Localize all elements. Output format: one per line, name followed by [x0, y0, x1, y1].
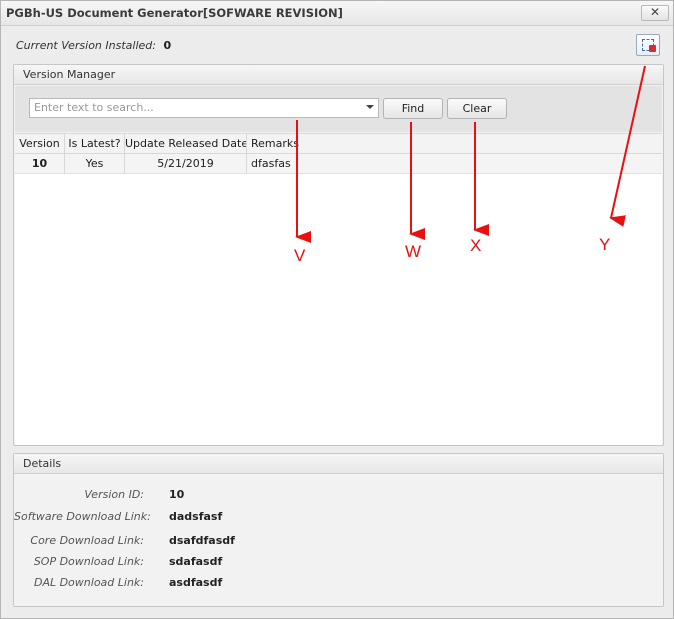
cell-remarks: dfasfas: [251, 157, 291, 170]
current-version-value: 0: [163, 39, 172, 52]
annotation-label-w: W: [405, 242, 422, 261]
version-id-value: 10: [169, 488, 185, 501]
dal-link-value[interactable]: asdfasdf: [169, 576, 222, 589]
column-header-version[interactable]: Version: [15, 134, 65, 154]
title-bar: PGBh-US Document Generator[SOFWARE REVIS…: [1, 1, 673, 26]
details-header: Details: [14, 454, 663, 474]
cell-is-latest: Yes: [65, 154, 125, 174]
cell-version: 10: [15, 154, 65, 174]
search-input[interactable]: Enter text to search...: [29, 98, 379, 118]
cell-date: 5/21/2019: [125, 154, 247, 174]
layout-customize-button[interactable]: [636, 34, 660, 56]
search-placeholder: Enter text to search...: [34, 101, 154, 114]
annotation-label-y: Y: [599, 235, 611, 254]
chevron-down-icon[interactable]: [366, 105, 374, 109]
close-button[interactable]: ✕: [641, 5, 669, 21]
window-title: PGBh-US Document Generator[SOFWARE REVIS…: [6, 6, 343, 20]
column-header-remarks[interactable]: Remarks: [247, 134, 327, 154]
current-version-label: Current Version Installed:: [16, 39, 156, 52]
sop-link-value[interactable]: sdafasdf: [169, 555, 222, 568]
software-link-value[interactable]: dadsfasf: [169, 510, 222, 523]
versions-grid: Version Is Latest? Update Released Date …: [15, 133, 662, 445]
details-group: Details Version ID: 10 Software Download…: [13, 453, 664, 607]
core-link-label: Core Download Link:: [30, 534, 144, 547]
sop-link-label: SOP Download Link:: [33, 555, 144, 568]
dal-link-label: DAL Download Link:: [33, 576, 144, 589]
version-manager-header: Version Manager: [14, 65, 663, 85]
annotation-label-x: X: [470, 236, 482, 255]
app-window: PGBh-US Document Generator[SOFWARE REVIS…: [0, 0, 674, 619]
software-link-label: Software Download Link:: [14, 510, 151, 523]
clear-button[interactable]: Clear: [447, 98, 507, 119]
column-header-date[interactable]: Update Released Date: [125, 134, 247, 154]
table-row[interactable]: 10 Yes 5/21/2019 dfasfas: [15, 154, 662, 174]
current-version-row: Current Version Installed: 0: [16, 39, 171, 52]
layout-marker-icon: [649, 45, 656, 52]
grid-header-row: Version Is Latest? Update Released Date …: [15, 134, 662, 154]
core-link-value[interactable]: dsafdfasdf: [169, 534, 235, 547]
find-button[interactable]: Find: [383, 98, 443, 119]
annotation-label-v: V: [294, 246, 306, 265]
search-panel: Enter text to search... Find Clear: [15, 86, 662, 132]
column-header-is-latest[interactable]: Is Latest?: [65, 134, 125, 154]
version-id-label: Version ID:: [84, 488, 144, 501]
version-manager-group: Version Manager Enter text to search... …: [13, 64, 664, 446]
